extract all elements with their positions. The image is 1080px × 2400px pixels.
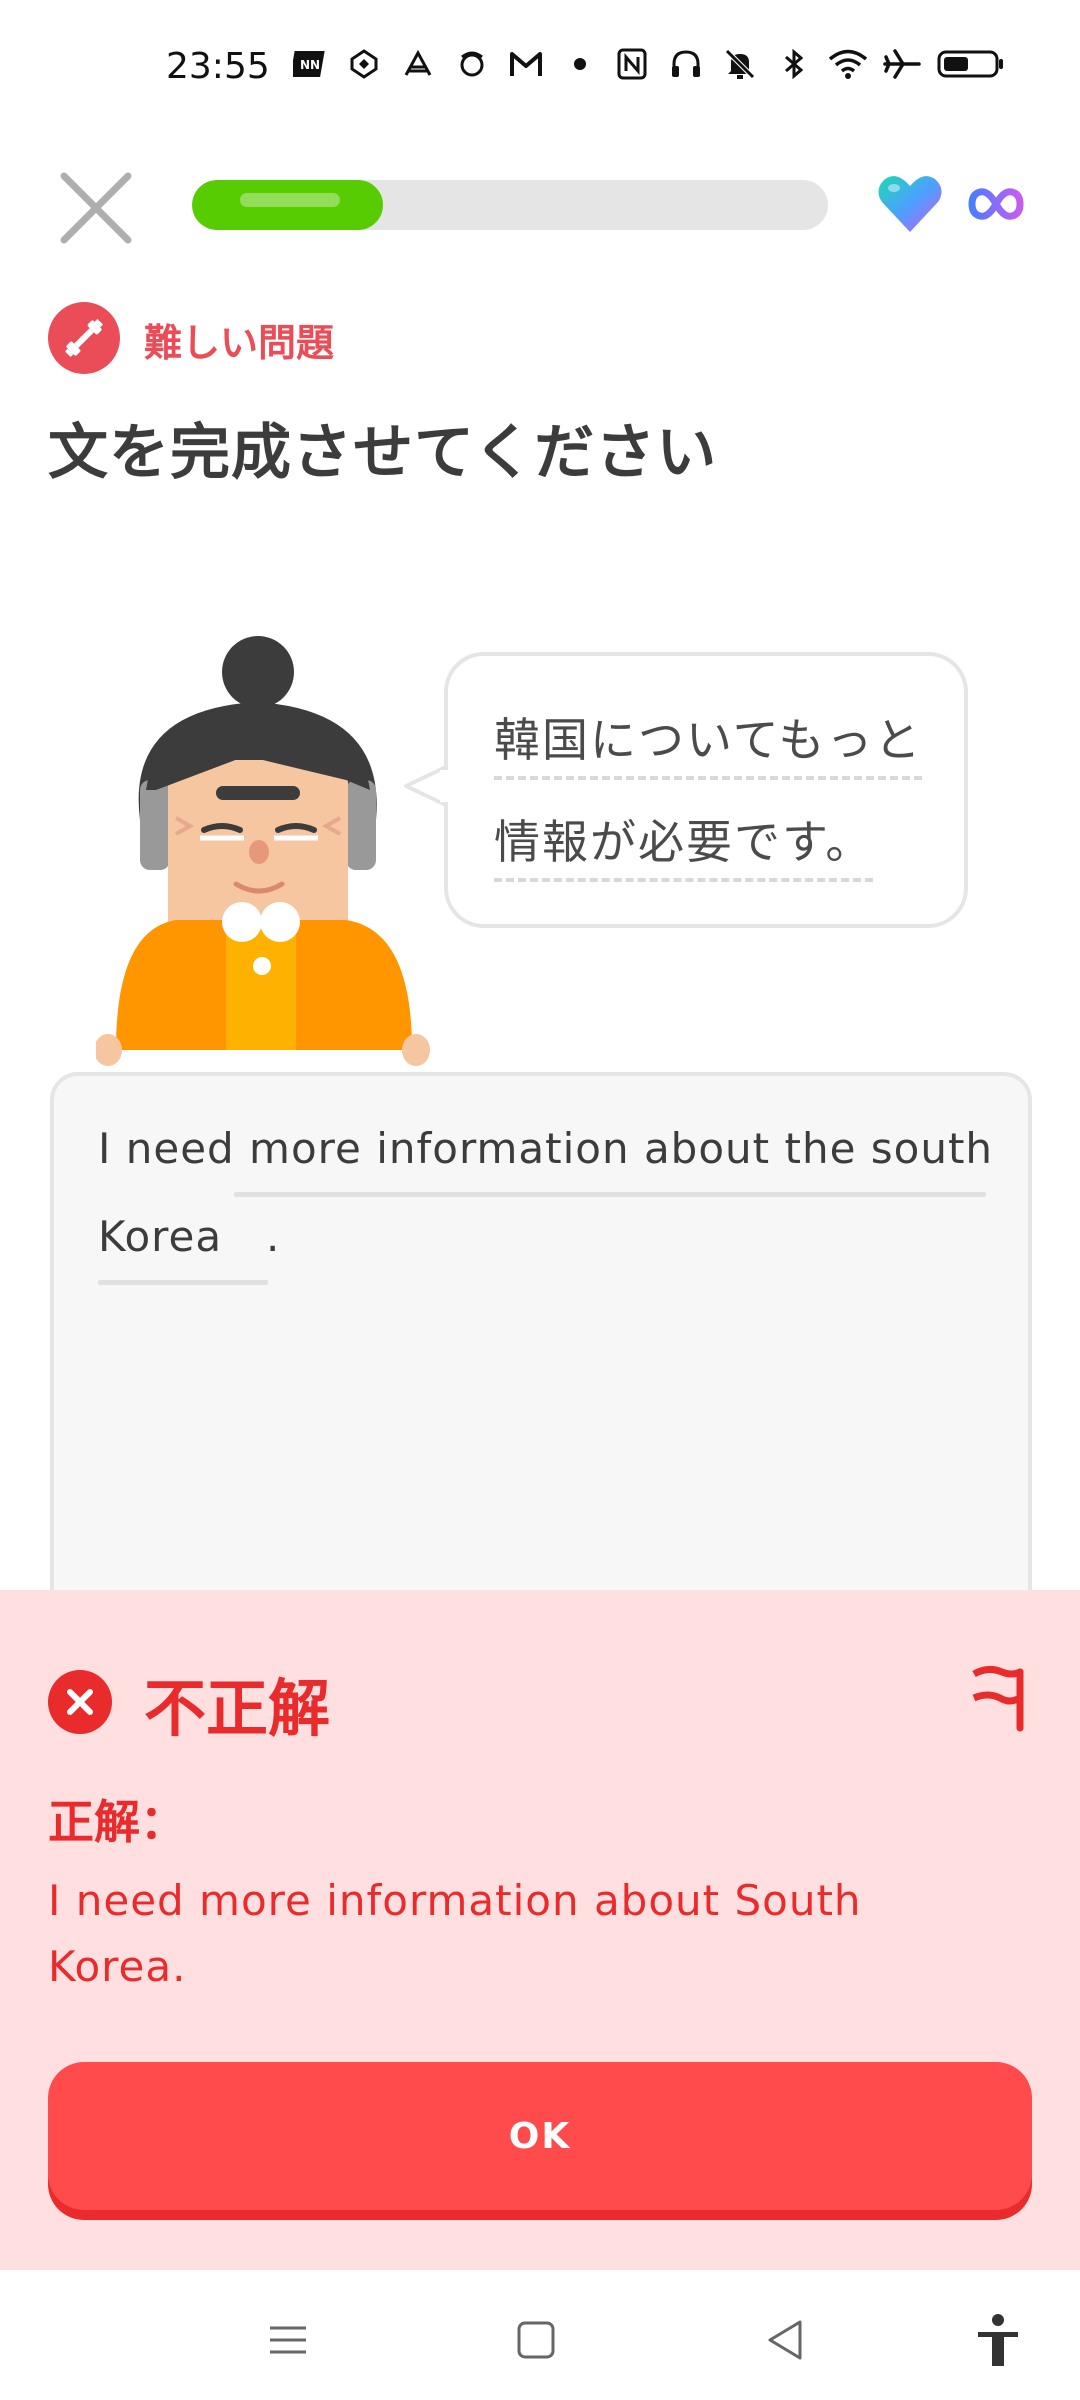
dot-icon [560,44,600,84]
correct-solution-label: 正解： [48,1795,186,1849]
home-icon[interactable] [506,2310,566,2370]
answer-prefix-text: I need more information about the south [98,1124,994,1173]
airplane-icon [882,44,922,84]
answer-suffix-text: . [266,1212,281,1261]
prompt-line-2[interactable]: 情報が必要です。 [494,806,874,882]
headphones-icon [666,44,706,84]
svg-text:NN: NN [300,58,320,72]
infinity-icon [968,184,1024,224]
progress-fill [192,180,383,230]
progress-shine [240,193,340,207]
instruction-title: 文を完成させてください [48,418,718,488]
feedback-title: 不正解 [144,1672,331,1745]
mute-icon [720,44,760,84]
prompt-line-1[interactable]: 韓国についてもっと [494,704,923,780]
answer-underline-2 [98,1280,268,1285]
incorrect-icon [48,1670,112,1734]
sync-icon [344,44,384,84]
status-time: 23:55 [166,46,270,87]
status-bar: 23:55 NN [0,0,1080,140]
dumbbell-icon [48,302,120,374]
character-illustration [94,630,436,1070]
gmail-icon [506,44,546,84]
answer-area[interactable]: I need more information about the south … [50,1072,1032,1632]
nfc-icon [612,44,652,84]
bubble-tail-join [440,770,452,802]
nn-app-icon: NN [290,44,330,84]
back-icon[interactable] [756,2310,816,2370]
correct-solution-text: I need more information about South Kore… [48,1876,862,1991]
wifi-icon [828,44,868,84]
ok-button[interactable]: OK [48,2062,1032,2210]
app-icon [398,44,438,84]
app-icon-2 [452,44,492,84]
feedback-panel: 不正解 正解： I need more information about So… [0,1590,1080,2270]
lesson-progress-bar [192,180,828,230]
heart-icon[interactable] [876,172,944,236]
system-icons [612,44,1006,84]
answer-typed-word[interactable]: Korea [98,1212,222,1261]
bluetooth-icon [774,44,814,84]
report-flag-icon[interactable] [966,1662,1026,1732]
hard-challenge-label: 難しい問題 [144,321,335,365]
system-nav-bar [0,2270,1080,2400]
close-icon[interactable] [56,168,136,248]
speech-bubble: 韓国についてもっと 情報が必要です。 [444,652,968,928]
answer-underline-1 [234,1192,986,1197]
battery-icon [936,44,1006,84]
notification-icons: NN [290,44,600,84]
accessibility-icon[interactable] [968,2310,1028,2370]
menu-icon[interactable] [258,2310,318,2370]
